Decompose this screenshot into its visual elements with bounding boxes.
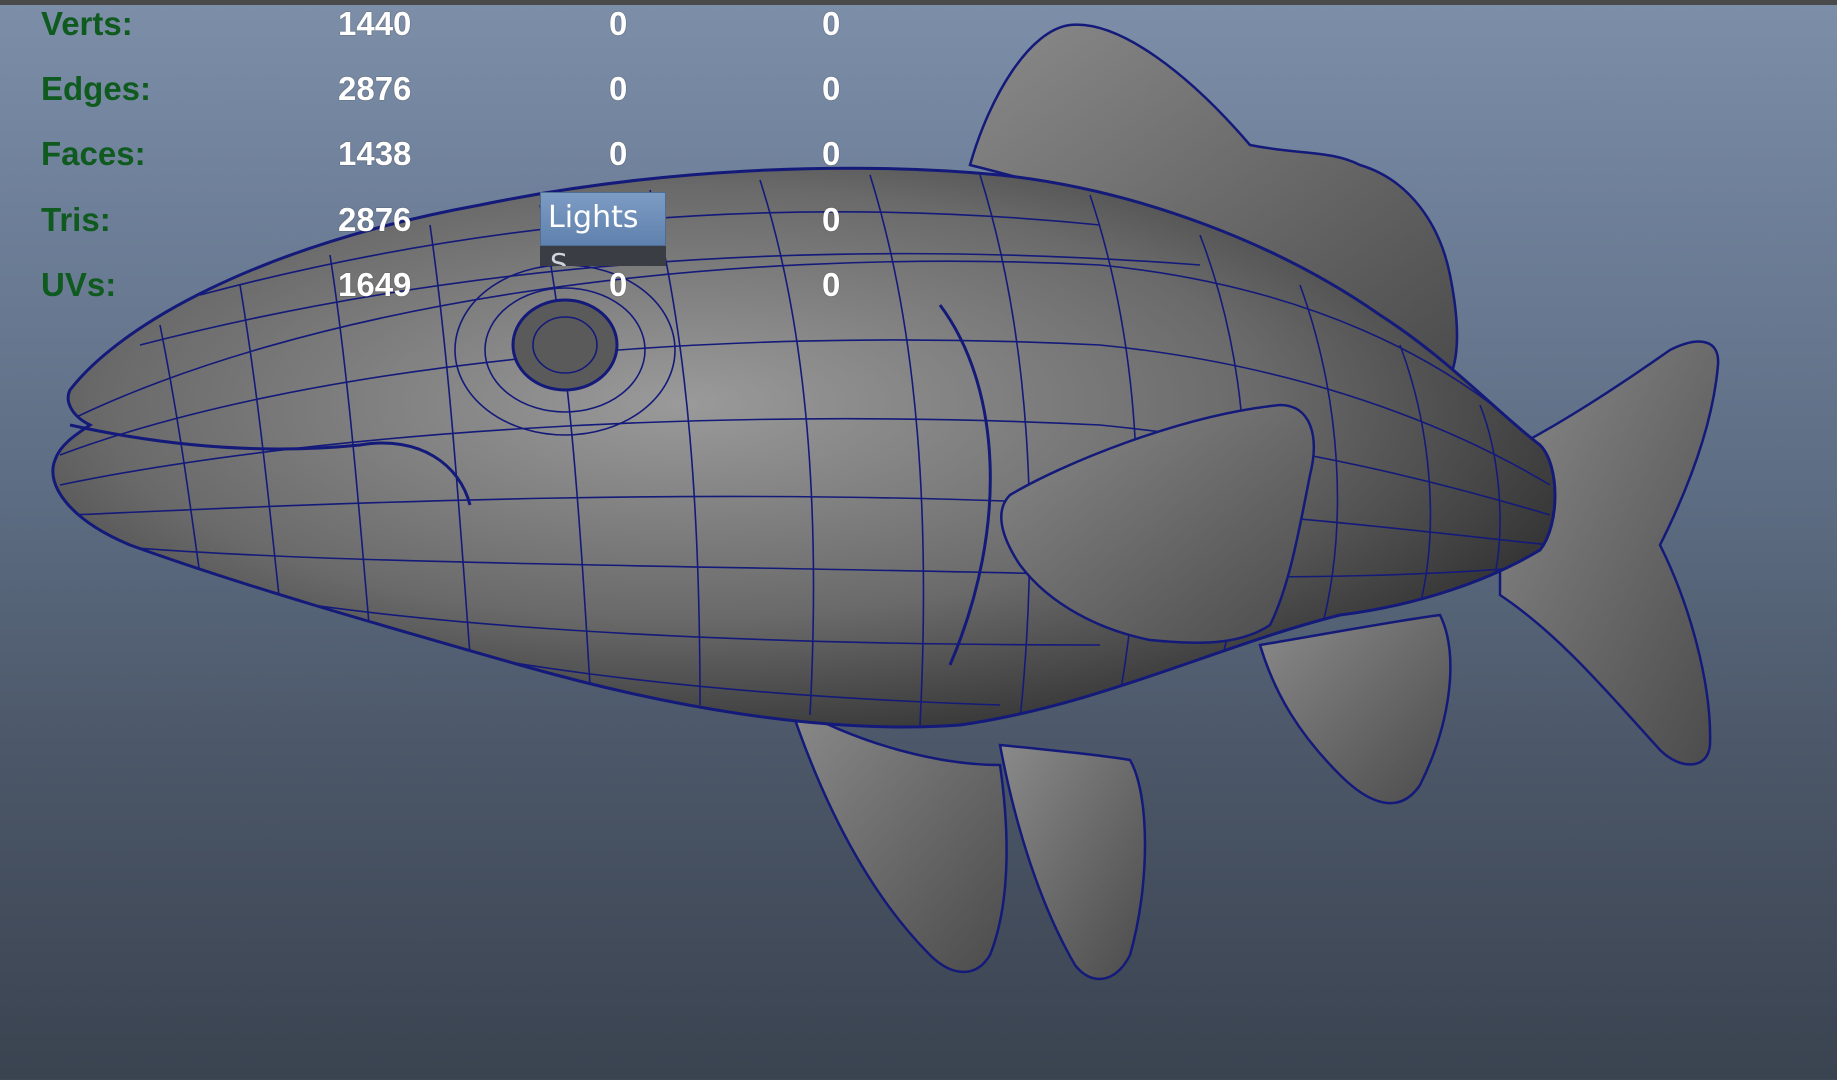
hud-row-verts: Verts: 1440 0 0	[0, 6, 900, 42]
menu-item-lights[interactable]: Lights	[540, 192, 666, 246]
hud-row-edges: Edges: 2876 0 0	[0, 71, 900, 107]
hud-label: Tris:	[41, 201, 111, 238]
hud-value-2: 0	[609, 135, 628, 172]
hud-value-1: 2876	[338, 201, 412, 238]
anal-fin	[1258, 613, 1452, 805]
viewport-menu-dropdown[interactable]: Lights S	[540, 192, 666, 274]
menu-item-next-label: S	[550, 247, 568, 267]
menu-item-label: Lights	[548, 200, 639, 235]
hud-row-tris: Tris: 2876 0	[0, 202, 900, 238]
hud-label: Verts:	[41, 5, 133, 42]
hud-value-1: 1438	[338, 135, 412, 172]
hud-value-3: 0	[822, 135, 841, 172]
hud-value-1: 2876	[338, 70, 412, 107]
menu-item-next[interactable]: S	[540, 246, 666, 266]
hud-row-faces: Faces: 1438 0 0	[0, 136, 900, 172]
hud-value-3: 0	[822, 70, 841, 107]
hud-label: Faces:	[41, 135, 146, 172]
hud-value-3: 0	[822, 5, 841, 42]
hud-label: Edges:	[41, 70, 152, 107]
hud-row-uvs: UVs: 1649 0 0	[0, 267, 900, 303]
hud-value-2: 0	[609, 5, 628, 42]
poly-count-hud: Verts: 1440 0 0 Edges: 2876 0 0 Faces: 1…	[0, 0, 900, 320]
hud-value-3: 0	[822, 201, 841, 238]
hud-value-3: 0	[822, 266, 841, 303]
pelvic-fin-left	[787, 702, 1008, 974]
hud-value-2: 0	[609, 70, 628, 107]
hud-value-1: 1649	[338, 266, 412, 303]
hud-value-1: 1440	[338, 5, 412, 42]
hud-label: UVs:	[41, 266, 117, 303]
pelvic-fin-right	[998, 743, 1147, 981]
